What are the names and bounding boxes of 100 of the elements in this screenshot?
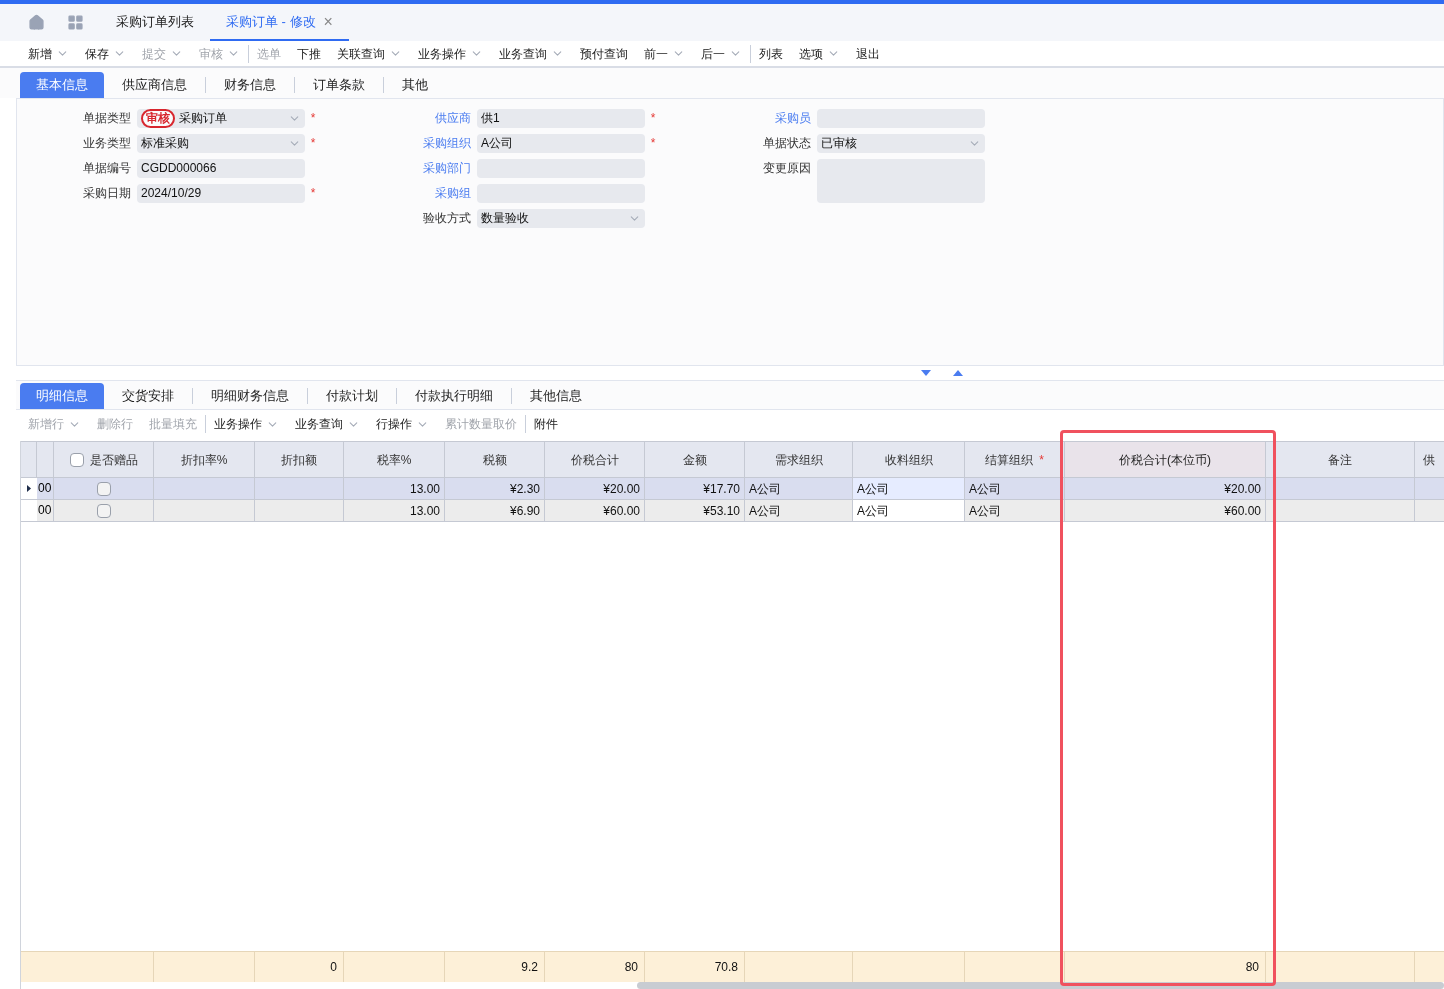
table-cell: ¥6.90 xyxy=(445,500,545,521)
table-row[interactable]: 00 13.00 ¥2.30 ¥20.00 ¥17.70 A公司 A公司 A公司 ¥20.00 xyxy=(21,478,1444,500)
field-label: 单据类型 xyxy=(82,110,132,127)
section-tab[interactable]: 付款执行明细 xyxy=(397,383,511,409)
window-tab[interactable]: 采购订单列表 xyxy=(100,4,210,41)
checkbox[interactable] xyxy=(96,481,111,496)
section-tab[interactable]: 其他信息 xyxy=(512,383,600,409)
checkbox[interactable] xyxy=(96,503,111,518)
toolbar-button[interactable]: 保存 xyxy=(85,44,126,63)
field-label[interactable]: 采购部门 xyxy=(377,159,477,178)
field-label: 单据编号 xyxy=(82,160,132,177)
input-field[interactable]: 2024/10/29 xyxy=(137,184,305,203)
toolbar-button[interactable]: 业务查询 xyxy=(295,415,360,433)
collapse-icon[interactable] xyxy=(921,370,931,376)
table-cell: A公司 xyxy=(965,500,1065,521)
table-cell: ¥2.30 xyxy=(445,478,545,499)
table-cell: ¥17.70 xyxy=(645,478,745,499)
toolbar-button[interactable]: 列表 xyxy=(759,44,783,63)
column-header[interactable]: 价税合计 xyxy=(545,442,645,477)
section-tab[interactable]: 其他 xyxy=(384,72,446,98)
toolbar-button[interactable]: 新增 xyxy=(28,44,69,63)
section-tab[interactable]: 订单条款 xyxy=(295,72,383,98)
table-cell: ¥53.10 xyxy=(645,500,745,521)
table-cell: ¥60.00 xyxy=(1065,500,1266,521)
total-cell-text: 80 xyxy=(624,959,638,976)
apps-icon[interactable] xyxy=(67,14,84,31)
toolbar-button[interactable]: 行操作 xyxy=(376,415,429,433)
field-label[interactable]: 采购组 xyxy=(377,184,477,203)
input-field[interactable]: 供1 xyxy=(477,109,645,128)
toolbar-button[interactable]: 预付查询 xyxy=(580,44,628,63)
table-cell: 00 xyxy=(37,478,54,499)
required-mark: * xyxy=(649,135,657,152)
total-cell-text: 9.2 xyxy=(521,959,538,976)
column-header[interactable]: 税额 xyxy=(445,442,545,477)
section-tab[interactable]: 基本信息 xyxy=(20,72,104,98)
toolbar-button[interactable]: 业务查询 xyxy=(499,44,564,63)
row-header[interactable] xyxy=(21,478,37,499)
total-cell-text: 0 xyxy=(330,959,337,976)
column-header[interactable]: 价税合计(本位币) xyxy=(1065,442,1266,477)
expand-icon[interactable] xyxy=(953,370,963,376)
checkbox[interactable] xyxy=(69,452,84,467)
section-tab[interactable]: 明细信息 xyxy=(20,383,104,409)
toolbar-button[interactable]: 业务操作 xyxy=(214,415,279,433)
select-field[interactable]: 数量验收 xyxy=(477,209,645,228)
select-field[interactable]: 标准采购 xyxy=(137,134,305,153)
table-cell[interactable]: A公司 xyxy=(853,478,965,499)
column-header[interactable]: 是否赠品 xyxy=(54,442,154,477)
toolbar-button[interactable]: 关联查询 xyxy=(337,44,402,63)
column-header[interactable]: 折扣额 xyxy=(255,442,344,477)
field-label[interactable]: 采购员 xyxy=(717,109,817,128)
home-icon[interactable] xyxy=(28,14,45,31)
required-mark: * xyxy=(309,135,317,152)
section-tab[interactable]: 财务信息 xyxy=(206,72,294,98)
toolbar-button[interactable]: 后一 xyxy=(701,44,742,63)
select-field[interactable]: 已审核 xyxy=(817,134,985,153)
toolbar-button[interactable]: 选项 xyxy=(799,44,840,63)
required-mark: * xyxy=(309,185,317,202)
approved-stamp: 审核 xyxy=(141,109,175,128)
field-label: 变更原因 xyxy=(762,160,812,177)
window-tab[interactable]: 采购订单 - 修改 × xyxy=(210,4,349,41)
field-label: 业务类型 xyxy=(82,135,132,152)
table-cell: ¥20.00 xyxy=(1065,478,1266,499)
toolbar-button[interactable]: 附件 xyxy=(534,415,558,433)
field-label: 单据状态 xyxy=(762,135,812,152)
column-header[interactable]: 税率% xyxy=(344,442,445,477)
column-header[interactable]: 金额 xyxy=(645,442,745,477)
field-label: 验收方式 xyxy=(422,210,472,227)
section-tab[interactable]: 明细财务信息 xyxy=(193,383,307,409)
table-row[interactable]: 00 13.00 ¥6.90 ¥60.00 ¥53.10 A公司 A公司 A公司 ¥60.00 xyxy=(21,500,1444,522)
select-field[interactable]: 审核 采购订单 xyxy=(137,109,305,128)
total-cell-text: 70.8 xyxy=(714,959,738,976)
field-label[interactable]: 供应商 xyxy=(377,109,477,128)
table-cell: 13.00 xyxy=(344,478,445,499)
table-cell[interactable]: A公司 xyxy=(853,500,965,521)
total-cell-text: 80 xyxy=(1245,959,1259,976)
table-cell: 13.00 xyxy=(344,500,445,521)
section-tab[interactable]: 交货安排 xyxy=(104,383,192,409)
column-header[interactable]: 备注 xyxy=(1266,442,1415,477)
toolbar-button[interactable]: 业务操作 xyxy=(418,44,483,63)
column-header[interactable]: 需求组织 xyxy=(745,442,853,477)
table-cell: ¥60.00 xyxy=(545,500,645,521)
column-header[interactable]: 供 xyxy=(1415,442,1444,477)
scrollbar-thumb[interactable] xyxy=(637,982,1444,989)
current-row-icon xyxy=(27,485,31,492)
section-tab[interactable]: 付款计划 xyxy=(308,383,396,409)
section-tab[interactable]: 供应商信息 xyxy=(104,72,205,98)
toolbar-button[interactable]: 前一 xyxy=(644,44,685,63)
column-header[interactable]: 收料组织 xyxy=(853,442,965,477)
field-label[interactable]: 采购组织 xyxy=(377,134,477,153)
required-mark: * xyxy=(649,110,657,127)
toolbar-button[interactable]: 退出 xyxy=(856,44,880,63)
input-field[interactable]: A公司 xyxy=(477,134,645,153)
table-cell: ¥20.00 xyxy=(545,478,645,499)
toolbar-button[interactable]: 下推 xyxy=(297,44,321,63)
column-header[interactable]: 折扣率% xyxy=(154,442,255,477)
field-label: 采购日期 xyxy=(82,185,132,202)
required-mark: * xyxy=(1039,451,1044,469)
table-cell: 00 xyxy=(37,500,54,521)
required-mark: * xyxy=(309,110,317,127)
input-field[interactable]: CGDD000066 xyxy=(137,159,305,178)
